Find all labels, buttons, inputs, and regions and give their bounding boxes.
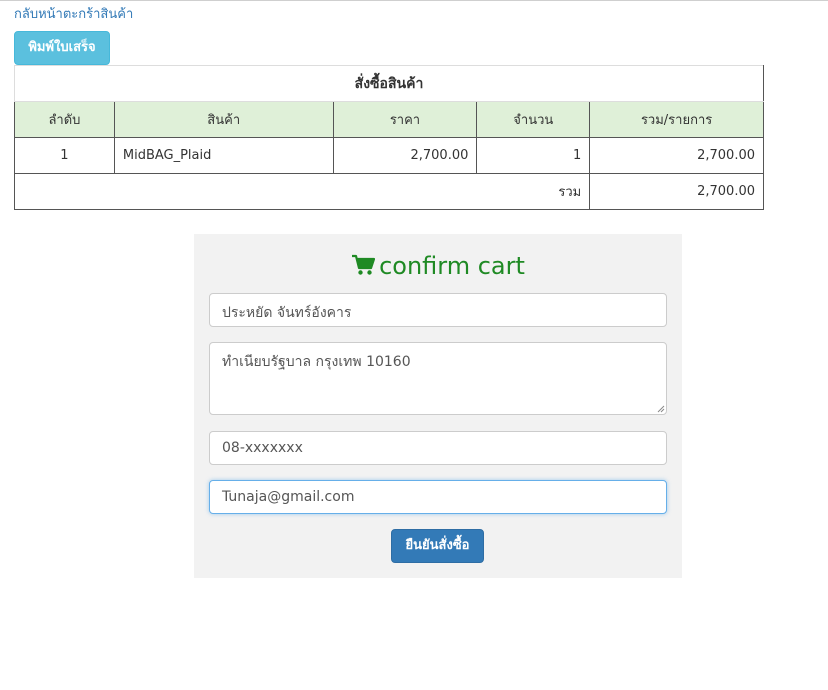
cell-quantity: 1 <box>476 137 591 174</box>
cell-price: 2,700.00 <box>332 137 478 174</box>
confirm-cart-panel: confirm cart ประหยัด จันทร์อังคาร ทำเนีย… <box>194 234 682 578</box>
header-quantity: จำนวน <box>476 101 591 138</box>
total-value: 2,700.00 <box>589 173 764 210</box>
cell-product: MidBAG_Plaid <box>113 137 334 174</box>
address-value: ทำเนียบรัฐบาล กรุงเทพ 10160 <box>222 354 411 370</box>
header-subtotal: รวม/รายการ <box>589 101 764 138</box>
email-field[interactable]: Tunaja@gmail.com <box>209 480 667 514</box>
order-table-header-row: ลำดับ สินค้า ราคา จำนวน รวม/รายการ <box>14 101 764 138</box>
top-divider <box>0 0 828 1</box>
total-row: รวม 2,700.00 <box>13 173 764 210</box>
name-field[interactable]: ประหยัด จันทร์อังคาร <box>209 293 667 327</box>
phone-field[interactable]: 08-xxxxxxx <box>209 431 667 465</box>
cell-subtotal: 2,700.00 <box>589 137 764 174</box>
header-product: สินค้า <box>113 101 334 138</box>
header-price: ราคา <box>332 101 478 138</box>
table-row: 1 MidBAG_Plaid 2,700.00 1 2,700.00 <box>14 137 764 174</box>
confirm-order-button[interactable]: ยืนยันสั่งซื้อ <box>391 529 484 563</box>
confirm-cart-heading: confirm cart <box>194 252 682 280</box>
back-to-cart-link[interactable]: กลับหน้าตะกร้าสินค้า <box>14 3 133 24</box>
shopping-cart-icon <box>352 254 376 275</box>
order-table-caption: สั่งซื้อสินค้า <box>14 65 764 102</box>
print-receipt-button[interactable]: พิมพ์ใบเสร็จ <box>14 31 110 65</box>
cell-no: 1 <box>14 137 115 174</box>
header-no: ลำดับ <box>14 101 115 138</box>
order-table: สั่งซื้อสินค้า ลำดับ สินค้า ราคา จำนวน ร… <box>13 65 764 210</box>
address-textarea[interactable]: ทำเนียบรัฐบาล กรุงเทพ 10160 <box>209 342 667 415</box>
total-label: รวม <box>13 173 591 210</box>
confirm-cart-title: confirm cart <box>379 252 525 280</box>
resize-grip-icon[interactable] <box>657 405 665 413</box>
